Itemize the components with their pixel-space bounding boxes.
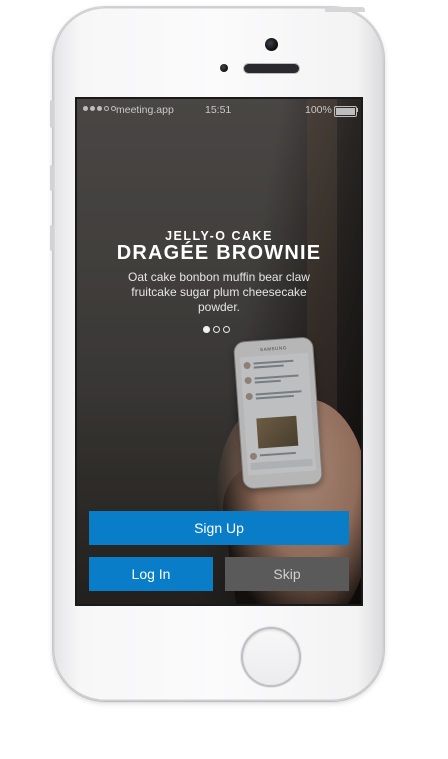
page-dot[interactable]	[203, 326, 210, 333]
page-dot[interactable]	[213, 326, 220, 333]
battery-icon	[334, 106, 357, 117]
status-time: 15:51	[205, 104, 232, 116]
volume-up-button	[50, 165, 54, 191]
battery-tip	[356, 108, 358, 112]
skip-button[interactable]: Skip	[225, 557, 349, 591]
volume-down-button	[50, 225, 54, 251]
page-indicator[interactable]	[203, 326, 230, 333]
onboarding-headline: DRAGÉE BROWNIE	[116, 242, 322, 264]
mute-switch	[50, 100, 54, 128]
sign-up-button[interactable]: Sign Up	[89, 511, 349, 545]
onboarding-description: Oat cake bonbon muffin bear claw fruitca…	[128, 270, 310, 314]
carrier-label: meeting.app	[116, 104, 174, 116]
power-button	[325, 7, 365, 12]
battery-percent: 100%	[305, 104, 332, 116]
proximity-sensor	[220, 64, 228, 72]
signal-strength-icon	[83, 106, 116, 111]
page-dot[interactable]	[223, 326, 230, 333]
onboarding-kicker: JELLY-O CAKE	[165, 229, 273, 243]
log-in-button[interactable]: Log In	[89, 557, 213, 591]
earpiece-speaker	[244, 64, 299, 73]
status-bar: meeting.app 15:51 100%	[77, 99, 361, 119]
home-button[interactable]	[243, 629, 299, 685]
front-camera	[265, 38, 278, 51]
app-screen: SAMSUNG meeting.app 15:51 100% JELLY-O C…	[77, 99, 361, 604]
